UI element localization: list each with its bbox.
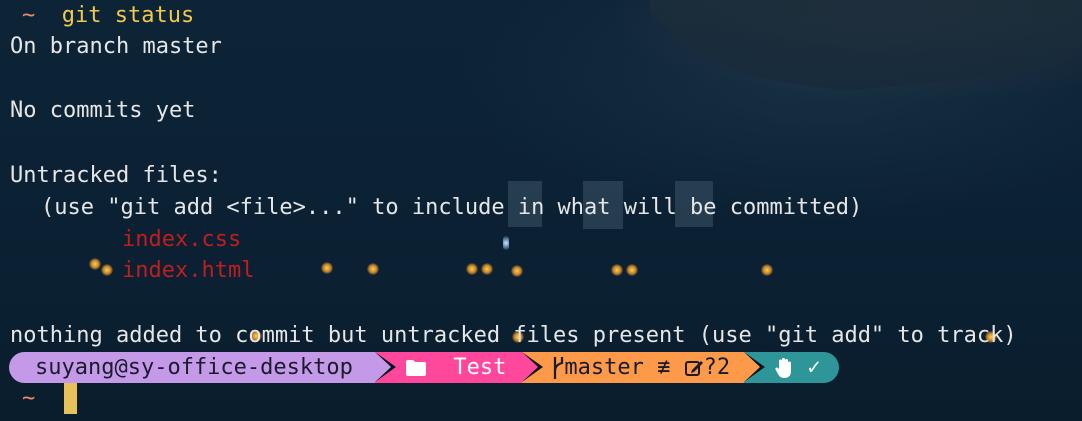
untracked-file: index.html — [122, 258, 255, 283]
status-ok: ✓ — [807, 355, 821, 380]
user-host-text: suyang@sy-office-desktop — [35, 355, 353, 380]
segment-arrow — [374, 352, 391, 382]
summary-line: nothing added to commit but untracked fi… — [10, 323, 1017, 348]
command-text: git status — [61, 3, 195, 28]
edit-icon — [684, 358, 704, 378]
branch-name: master — [564, 355, 644, 380]
prompt-tilde: ~ — [22, 3, 36, 28]
user-host-segment: suyang@sy-office-desktop — [9, 352, 396, 383]
segment-arrow — [522, 352, 539, 382]
branch-status-icon: ≢ — [657, 355, 671, 380]
hint-line: (use "git add <file>..." to include in w… — [41, 195, 863, 220]
folder-icon — [405, 359, 427, 377]
hand-icon — [774, 357, 794, 379]
directory-segment: Test — [374, 352, 544, 383]
terminal-cursor — [64, 383, 77, 414]
branch-line: On branch master — [10, 34, 222, 59]
command-line: ~ git status — [22, 0, 194, 32]
untracked-header: Untracked files: — [10, 163, 222, 188]
powerline-prompt: suyang@sy-office-desktop Test master ≢ ?… — [9, 352, 839, 383]
git-segment: master ≢ ?2 — [522, 352, 766, 383]
untracked-count: ?2 — [703, 355, 731, 380]
git-branch-icon — [552, 356, 564, 380]
next-prompt-tilde: ~ — [22, 386, 36, 411]
directory-name: Test — [453, 355, 507, 380]
segment-arrow — [744, 352, 761, 382]
untracked-file: index.css — [122, 227, 242, 252]
commits-line: No commits yet — [10, 98, 196, 123]
